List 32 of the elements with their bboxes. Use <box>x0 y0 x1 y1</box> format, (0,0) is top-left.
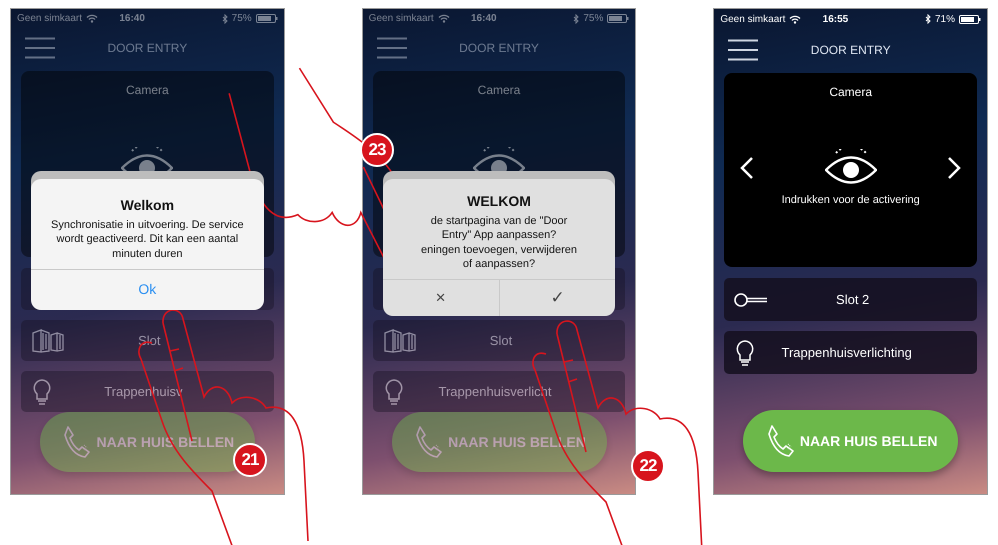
dialog-title: WELKOM <box>466 192 532 211</box>
camera-title: Camera <box>478 82 520 99</box>
camera-title: Camera <box>126 82 169 99</box>
clock-time: 16:55 <box>822 12 850 26</box>
battery-percent: 71% <box>935 12 956 26</box>
screen-title: DOOR ENTRY <box>459 40 539 58</box>
carrier-label: Geen simkaart <box>368 12 434 26</box>
row-label: Slot 2 <box>835 290 870 309</box>
call-button[interactable]: NAAR HUIS BELLEN <box>743 410 958 472</box>
control-row[interactable]: Slot 2 <box>724 278 978 321</box>
cancel-button[interactable]: × <box>382 280 499 316</box>
clock-time: 16:40 <box>471 12 498 26</box>
ok-button[interactable]: Ok <box>31 270 264 310</box>
battery-percent: 75% <box>232 12 252 26</box>
confirm-button[interactable]: ✓ <box>498 280 616 316</box>
battery-percent: 75% <box>583 12 604 26</box>
camera-panel[interactable]: Camera Indrukken voor de activering <box>724 73 978 267</box>
screen-title: DOOR ENTRY <box>810 42 891 59</box>
step-number: 22 <box>631 449 665 483</box>
dialog-message: de startpagina van de "Door Entry" App aanpassen? eningen toevoegen, verwijderen of aanpassen? <box>420 214 578 272</box>
carrier-label: Geen simkaart <box>17 12 82 26</box>
dialog-message: Synchronisatie in uitvoering. De service wordt geactiveerd. Dit kan een aantal minuten duren <box>50 218 245 262</box>
carrier-label: Geen simkaart <box>720 12 786 26</box>
control-row[interactable]: Slot <box>372 320 626 362</box>
row-label: Trappenhuisverlichting <box>780 344 913 362</box>
control-row[interactable]: Trappenhuisverlichting <box>724 331 978 374</box>
screen-title: DOOR ENTRY <box>107 40 188 58</box>
dialog-title: Welkom <box>120 196 176 215</box>
camera-title: Camera <box>829 84 872 101</box>
clock-time: 16:40 <box>119 12 146 26</box>
row-label: Slot <box>488 332 514 350</box>
camera-hint: Indrukken voor de activering <box>782 193 920 208</box>
